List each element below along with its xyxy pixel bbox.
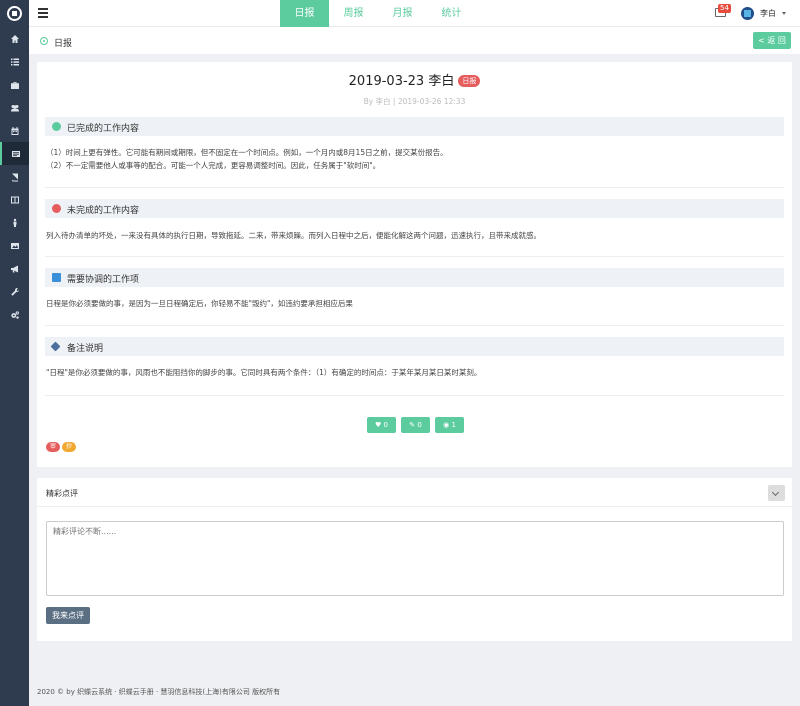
tab-daily[interactable]: 日报 xyxy=(280,0,329,27)
like-count: 0 xyxy=(383,421,388,429)
comment-card: 精彩点评 我来点评 xyxy=(37,478,792,641)
h-square-icon xyxy=(52,273,61,282)
divider xyxy=(45,395,784,396)
report-tags: 审 抄 xyxy=(46,442,76,452)
section-incomplete-body: 列入待办清单的坏处，一来没有具体的执行日期，导致拖延。二来，带来烦躁。而列入日程… xyxy=(46,229,785,242)
users-icon xyxy=(10,104,19,111)
section-line: （2）不一定需要他人或事等的配合。可能一个人完成，更容易调整时间。因此，任务属于… xyxy=(46,161,381,170)
circle-dot-icon xyxy=(40,37,48,45)
comment-input[interactable] xyxy=(46,521,784,596)
sidebar xyxy=(0,0,29,706)
gears-icon xyxy=(10,310,19,319)
list-icon xyxy=(10,58,19,65)
tab-monthly[interactable]: 月报 xyxy=(378,0,427,27)
sidebar-item-home[interactable] xyxy=(0,27,29,50)
page-title: 日报 xyxy=(54,39,73,49)
book-icon xyxy=(11,173,18,181)
alert-circle-icon xyxy=(52,204,61,213)
report-title: 2019-03-23 李白 xyxy=(348,74,455,89)
breadcrumb: 日报 < 返 回 xyxy=(29,27,800,54)
avatar[interactable] xyxy=(741,7,754,20)
tag-review[interactable]: 审 xyxy=(46,442,60,452)
section-title: 未完成的工作内容 xyxy=(67,206,140,216)
section-line: 列入待办清单的坏处，一来没有具体的执行日期，导致拖延。二来，带来烦躁。而列入日程… xyxy=(46,231,541,240)
like-button[interactable]: ♥ 0 xyxy=(367,417,396,433)
sidebar-item-calendar[interactable] xyxy=(0,119,29,142)
comment-header: 精彩点评 xyxy=(37,478,792,507)
wrench-icon xyxy=(10,287,19,296)
section-title: 已完成的工作内容 xyxy=(67,124,140,134)
comment-title: 精彩点评 xyxy=(46,489,78,498)
check-circle-icon xyxy=(52,122,61,131)
divider xyxy=(45,325,784,326)
person-icon xyxy=(13,218,16,227)
chevron-down-icon[interactable] xyxy=(782,12,786,15)
report-tabs: 日报 周报 月报 统计 xyxy=(280,0,476,27)
section-line: "日程"是你必须要做的事，风雨也不能阻挡你的脚步的事。它同时具有两个条件：（1）… xyxy=(46,368,482,377)
comment-count-button[interactable]: ✎ 0 xyxy=(401,417,430,433)
section-notes-header: 备注说明 xyxy=(45,337,784,356)
sidebar-item-settings[interactable] xyxy=(0,303,29,326)
sidebar-item-columns[interactable] xyxy=(0,188,29,211)
section-line: 日程是你必须要做的事，是因为一旦日程确定后，你轻易不能"毁约"，如违约要承担相应… xyxy=(46,299,353,308)
mail-count-badge: 54 xyxy=(718,4,731,13)
user-name[interactable]: 李白 xyxy=(760,8,776,19)
columns-icon xyxy=(10,196,19,203)
collapse-button[interactable] xyxy=(768,485,785,501)
tag-cc[interactable]: 抄 xyxy=(62,442,76,452)
section-title: 需要协调的工作项 xyxy=(67,275,140,285)
app-logo[interactable] xyxy=(0,0,29,27)
back-button[interactable]: < 返 回 xyxy=(753,32,791,49)
comment-count: 0 xyxy=(417,421,422,429)
sidebar-item-list[interactable] xyxy=(0,50,29,73)
section-coordination-header: 需要协调的工作项 xyxy=(45,268,784,287)
sidebar-item-book[interactable] xyxy=(0,165,29,188)
report-type-badge: 日报 xyxy=(458,75,481,87)
section-title: 备注说明 xyxy=(67,344,104,354)
tags-icon xyxy=(50,341,61,352)
bullhorn-icon xyxy=(10,265,18,272)
view-count-button[interactable]: ◉ 1 xyxy=(435,417,464,433)
section-completed-body: （1）时间上更有弹性。它可能有期间或期限，但不固定在一个时间点。例如，一个月内或… xyxy=(46,146,785,172)
tab-weekly[interactable]: 周报 xyxy=(329,0,378,27)
submit-comment-button[interactable]: 我来点评 xyxy=(46,607,90,624)
section-coordination-body: 日程是你必须要做的事，是因为一旦日程确定后，你轻易不能"毁约"，如违约要承担相应… xyxy=(46,297,785,310)
calendar-icon xyxy=(11,126,18,135)
sidebar-item-briefcase[interactable] xyxy=(0,73,29,96)
section-notes-body: "日程"是你必须要做的事，风雨也不能阻挡你的脚步的事。它同时具有两个条件：（1）… xyxy=(46,366,785,379)
sidebar-item-tools[interactable] xyxy=(0,280,29,303)
report-meta: By 李白 | 2019-03-26 12:33 xyxy=(363,97,466,106)
picture-icon xyxy=(10,242,19,249)
top-bar: 日报 周报 月报 统计 54 李白 xyxy=(29,0,800,27)
sidebar-item-announcement[interactable] xyxy=(0,257,29,280)
sidebar-item-users[interactable] xyxy=(0,96,29,119)
report-title-row: 2019-03-23 李白 日报 xyxy=(37,70,792,89)
section-completed-header: 已完成的工作内容 xyxy=(45,117,784,136)
report-icon xyxy=(11,150,20,157)
sidebar-item-reports[interactable] xyxy=(0,142,29,165)
briefcase-icon xyxy=(10,81,19,89)
tab-statistics[interactable]: 统计 xyxy=(427,0,476,27)
sidebar-item-person[interactable] xyxy=(0,211,29,234)
divider xyxy=(45,187,784,188)
menu-toggle-icon[interactable] xyxy=(38,8,48,18)
divider xyxy=(45,256,784,257)
section-line: （1）时间上更有弹性。它可能有期间或期限，但不固定在一个时间点。例如，一个月内或… xyxy=(46,148,448,157)
chevron-down-icon xyxy=(771,488,780,497)
view-count: 1 xyxy=(451,421,456,429)
home-icon xyxy=(10,34,19,43)
report-card: 2019-03-23 李白 日报 By 李白 | 2019-03-26 12:33… xyxy=(37,62,792,467)
section-incomplete-header: 未完成的工作内容 xyxy=(45,199,784,218)
sidebar-item-picture[interactable] xyxy=(0,234,29,257)
footer-text: 2020 © by 织蝶云系统 · 织蝶云手册 · 慧羽信息科技(上海)有限公司… xyxy=(37,688,281,696)
report-actions: ♥ 0 ✎ 0 ◉ 1 xyxy=(367,417,464,433)
